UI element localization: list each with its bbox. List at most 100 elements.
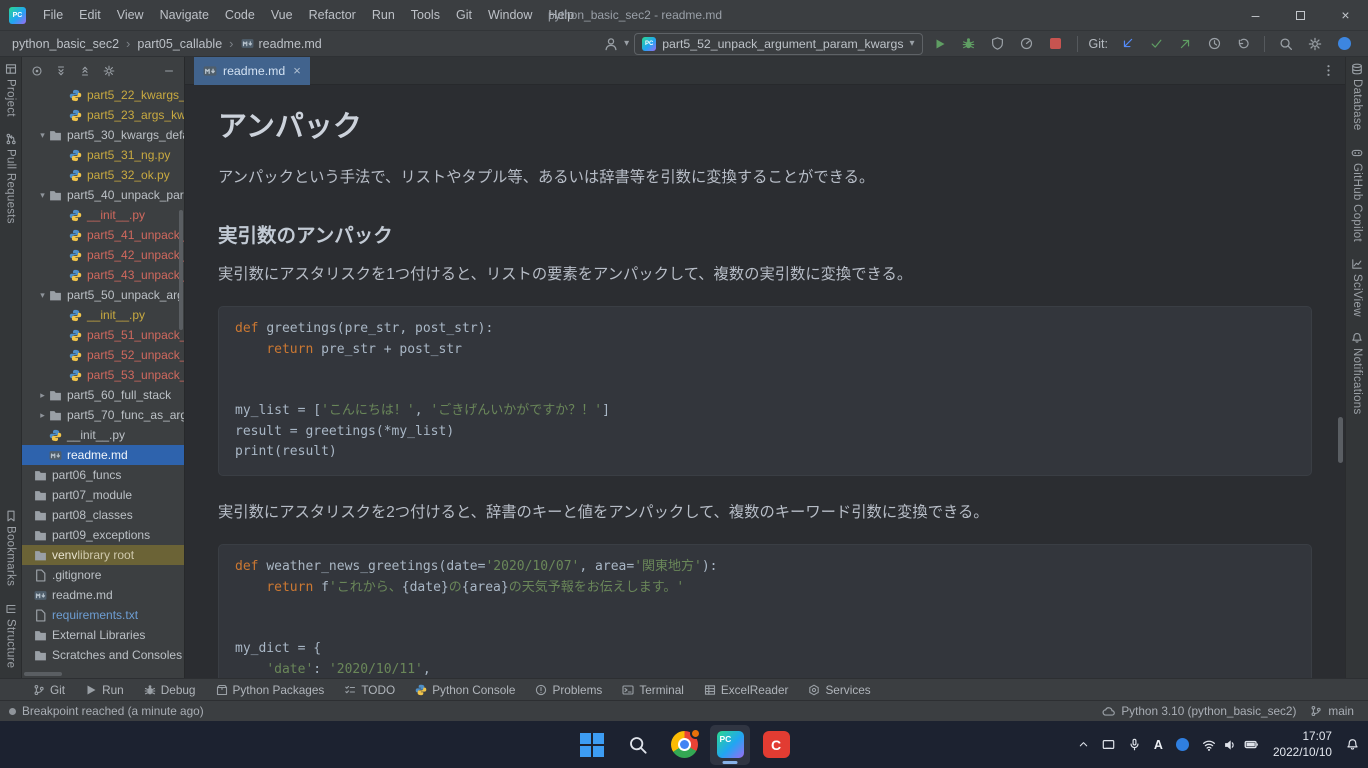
menu-file[interactable]: File	[35, 0, 71, 30]
commit-button[interactable]	[1144, 33, 1168, 55]
taskbar-search-button[interactable]	[618, 725, 658, 765]
minimize-button[interactable]: –	[1233, 0, 1278, 30]
tree-item-scratchesandconsoles[interactable]: Scratches and Consoles	[22, 645, 184, 665]
tool-stripe-structure[interactable]: Structure	[5, 603, 17, 668]
tree-item-requirements.txt[interactable]: requirements.txt	[22, 605, 184, 625]
interpreter-label[interactable]: Python 3.10 (python_basic_sec2)	[1121, 704, 1296, 718]
run-button[interactable]	[928, 33, 952, 55]
toolwindow-button-run[interactable]: Run	[76, 679, 133, 701]
close-button[interactable]: ×	[1323, 0, 1368, 30]
tree-item-venv[interactable]: venv library root	[22, 545, 184, 565]
status-message[interactable]: Breakpoint reached (a minute ago)	[22, 704, 204, 718]
breadcrumb-item[interactable]: part05_callable	[135, 37, 224, 51]
tool-stripe-sciview[interactable]: SciView	[1351, 258, 1363, 317]
blue-status-icon[interactable]	[1171, 727, 1194, 763]
tree-item-.gitignore[interactable]: .gitignore	[22, 565, 184, 585]
tree-item-part5_40_unpack_param[interactable]: ▾part5_40_unpack_param	[22, 185, 184, 205]
chrome-taskbar-icon[interactable]	[664, 725, 704, 765]
network-volume-battery-group[interactable]	[1197, 727, 1264, 763]
tree-item-readme.md[interactable]: readme.md	[22, 445, 184, 465]
tree-item-part5_43_unpack_pa[interactable]: part5_43_unpack_pa	[22, 265, 184, 285]
tray-expand-icon[interactable]	[1073, 727, 1094, 763]
chevron-right-icon[interactable]: ▸	[36, 390, 49, 401]
menu-refactor[interactable]: Refactor	[301, 0, 364, 30]
tree-item-part5_42_unpack_pa[interactable]: part5_42_unpack_pa	[22, 245, 184, 265]
tab-readme-md[interactable]: readme.md ×	[194, 57, 310, 85]
tree-item-part5_22_kwargs_sa[interactable]: part5_22_kwargs_sa	[22, 85, 184, 105]
locate-file-button[interactable]	[31, 65, 43, 77]
menu-navigate[interactable]: Navigate	[152, 0, 217, 30]
branch-label[interactable]: main	[1328, 704, 1354, 718]
toolwindow-button-debug[interactable]: Debug	[135, 679, 205, 701]
tree-item-part5_53_unpack_ar[interactable]: part5_53_unpack_ar	[22, 365, 184, 385]
chevron-right-icon[interactable]: ▸	[36, 410, 49, 421]
tree-item-__init__.py[interactable]: __init__.py	[22, 205, 184, 225]
tree-item-part5_60_full_stack[interactable]: ▸part5_60_full_stack	[22, 385, 184, 405]
expand-all-button[interactable]	[55, 65, 67, 77]
user-icon[interactable]	[599, 33, 623, 55]
tree-item-part5_51_unpack_ar[interactable]: part5_51_unpack_ar	[22, 325, 184, 345]
menu-code[interactable]: Code	[217, 0, 263, 30]
search-everywhere-button[interactable]	[1274, 33, 1298, 55]
microphone-icon[interactable]	[1123, 727, 1146, 763]
toolwindow-button-python-packages[interactable]: Python Packages	[207, 679, 334, 701]
tool-stripe-notifications[interactable]: Notifications	[1351, 332, 1363, 415]
toolwindow-button-python-console[interactable]: Python Console	[406, 679, 524, 701]
panel-settings-button[interactable]	[103, 65, 115, 77]
toolwindow-button-excelreader[interactable]: ExcelReader	[695, 679, 798, 701]
close-tab-icon[interactable]: ×	[293, 63, 301, 78]
history-button[interactable]	[1202, 33, 1226, 55]
menu-tools[interactable]: Tools	[403, 0, 448, 30]
menu-window[interactable]: Window	[480, 0, 540, 30]
debug-button[interactable]	[957, 33, 981, 55]
hide-panel-button[interactable]	[163, 65, 175, 77]
profiler-button[interactable]	[1015, 33, 1039, 55]
toolwindow-button-git[interactable]: Git	[24, 679, 74, 701]
pycharm-taskbar-icon[interactable]: PC	[710, 725, 750, 765]
event-icon[interactable]	[9, 708, 16, 715]
tree-item-__init__.py[interactable]: __init__.py	[22, 425, 184, 445]
chevron-down-icon[interactable]: ▾	[36, 190, 49, 201]
notification-bell-icon[interactable]	[1341, 727, 1364, 763]
tree-item-__init__.py[interactable]: __init__.py	[22, 305, 184, 325]
menu-git[interactable]: Git	[448, 0, 480, 30]
breadcrumb-item[interactable]: readme.md	[239, 37, 324, 51]
menu-run[interactable]: Run	[364, 0, 403, 30]
tree-item-externallibraries[interactable]: External Libraries	[22, 625, 184, 645]
tree-item-part07_module[interactable]: part07_module	[22, 485, 184, 505]
toolwindow-button-todo[interactable]: TODO	[335, 679, 404, 701]
red-app-taskbar-icon[interactable]: C	[756, 725, 796, 765]
push-button[interactable]	[1173, 33, 1197, 55]
update-project-button[interactable]	[1115, 33, 1139, 55]
tree-item-part5_70_func_as_arg[interactable]: ▸part5_70_func_as_arg	[22, 405, 184, 425]
menu-edit[interactable]: Edit	[71, 0, 109, 30]
tool-stripe-bookmarks[interactable]: Bookmarks	[5, 510, 17, 586]
editor-scrollbar[interactable]	[1338, 417, 1343, 463]
tree-item-part09_exceptions[interactable]: part09_exceptions	[22, 525, 184, 545]
collapse-all-button[interactable]	[79, 65, 91, 77]
tree-item-part5_41_unpack_pa[interactable]: part5_41_unpack_pa	[22, 225, 184, 245]
tree-item-readme.md[interactable]: readme.md	[22, 585, 184, 605]
settings-button[interactable]	[1303, 33, 1327, 55]
ime-mode-indicator[interactable]: A	[1149, 727, 1168, 763]
tool-stripe-github-copilot[interactable]: GitHub Copilot	[1351, 147, 1363, 242]
run-config-select[interactable]: PC part5_52_unpack_argument_param_kwargs…	[634, 33, 922, 55]
project-scrollbar[interactable]	[179, 210, 183, 330]
tool-stripe-pull-requests[interactable]: Pull Requests	[5, 133, 17, 224]
stop-button[interactable]	[1044, 33, 1068, 55]
menu-view[interactable]: View	[109, 0, 152, 30]
tree-item-part06_funcs[interactable]: part06_funcs	[22, 465, 184, 485]
tree-item-part5_32_ok.py[interactable]: part5_32_ok.py	[22, 165, 184, 185]
start-button[interactable]	[572, 725, 612, 765]
toolwindow-button-problems[interactable]: Problems	[526, 679, 611, 701]
toolwindow-button-services[interactable]: Services	[799, 679, 879, 701]
tab-options-icon[interactable]	[1322, 64, 1345, 77]
chevron-down-icon[interactable]: ▾	[36, 130, 49, 141]
project-hscrollbar[interactable]	[24, 672, 62, 676]
menu-vue[interactable]: Vue	[263, 0, 301, 30]
tree-item-part08_classes[interactable]: part08_classes	[22, 505, 184, 525]
tree-item-part5_52_unpack_ar[interactable]: part5_52_unpack_ar	[22, 345, 184, 365]
maximize-button[interactable]	[1278, 0, 1323, 30]
toolwindow-button-terminal[interactable]: Terminal	[613, 679, 693, 701]
tree-item-part5_30_kwargs_default[interactable]: ▾part5_30_kwargs_default	[22, 125, 184, 145]
